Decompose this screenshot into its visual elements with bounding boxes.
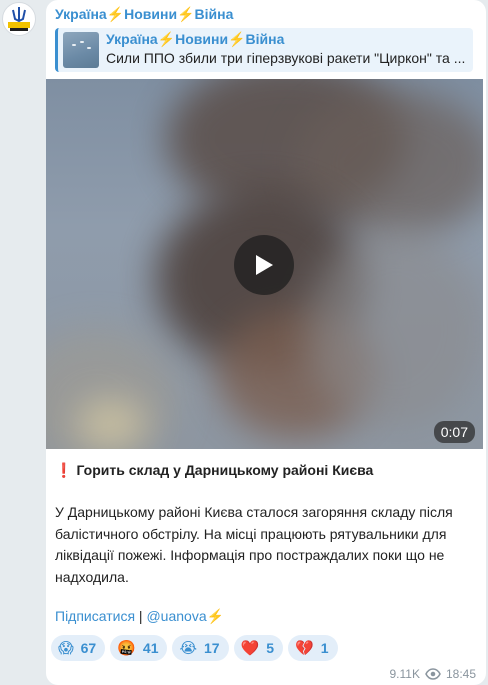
reaction-heart[interactable]: ❤️ 5: [233, 635, 284, 661]
reaction-angry[interactable]: 🤬 41: [110, 635, 168, 661]
angry-emoji-icon: 🤬: [117, 638, 136, 657]
channel-name[interactable]: Україна⚡️Новини⚡️Війна: [55, 6, 233, 23]
reply-title: Україна⚡️Новини⚡️Війна: [106, 31, 285, 47]
message-meta: 9.11K 18:45: [390, 667, 477, 681]
reaction-count: 1: [320, 640, 329, 656]
reaction-count: 17: [204, 640, 220, 656]
message-time: 18:45: [445, 667, 476, 681]
channel-handle-link[interactable]: @uanova: [146, 608, 206, 624]
post-links: Підписатися | @uanova⚡️: [55, 608, 224, 625]
reaction-count: 41: [142, 640, 159, 656]
reaction-cry[interactable]: 😭 17: [172, 635, 229, 661]
reactions-bar: 😱 67 🤬 41 😭 17 ❤️ 5 💔 1: [51, 635, 338, 661]
exclamation-icon: ❗️: [55, 462, 73, 478]
video-player[interactable]: 0:07: [46, 79, 483, 449]
reaction-count: 67: [80, 640, 97, 656]
lightning-icon: ⚡️: [206, 608, 225, 624]
reaction-scream[interactable]: 😱 67: [51, 635, 106, 661]
reply-thumbnail: [63, 32, 99, 68]
video-duration: 0:07: [433, 421, 475, 443]
trident-logo-icon: [8, 7, 30, 31]
scream-emoji-icon: 😱: [58, 638, 74, 657]
post-headline: ❗️ Горить склад у Дарницькому районі Києв…: [55, 462, 373, 479]
channel-avatar[interactable]: [2, 2, 36, 36]
reply-preview[interactable]: Україна⚡️Новини⚡️Війна Сили ППО збили тр…: [55, 28, 473, 72]
view-count: 9.11K: [389, 667, 420, 681]
reply-text: Сили ППО збили три гіперзвукові ракети "…: [106, 50, 466, 66]
eye-icon: [425, 668, 441, 680]
play-icon: [256, 255, 273, 275]
reaction-count: 5: [266, 640, 275, 656]
message-bubble: Україна⚡️Новини⚡️Війна Україна⚡️Новини⚡️…: [46, 0, 486, 685]
headline-text: Горить склад у Дарницькому районі Києва: [76, 462, 374, 478]
subscribe-link[interactable]: Підписатися: [55, 608, 135, 624]
broken-heart-emoji-icon: 💔: [295, 638, 314, 657]
link-separator: |: [135, 608, 147, 624]
post-body: У Дарницькому районі Києва сталося загор…: [55, 504, 453, 585]
reaction-broken-heart[interactable]: 💔 1: [288, 635, 338, 661]
heart-emoji-icon: ❤️: [240, 638, 260, 657]
cry-emoji-icon: 😭: [179, 638, 198, 657]
play-button[interactable]: [234, 235, 294, 295]
